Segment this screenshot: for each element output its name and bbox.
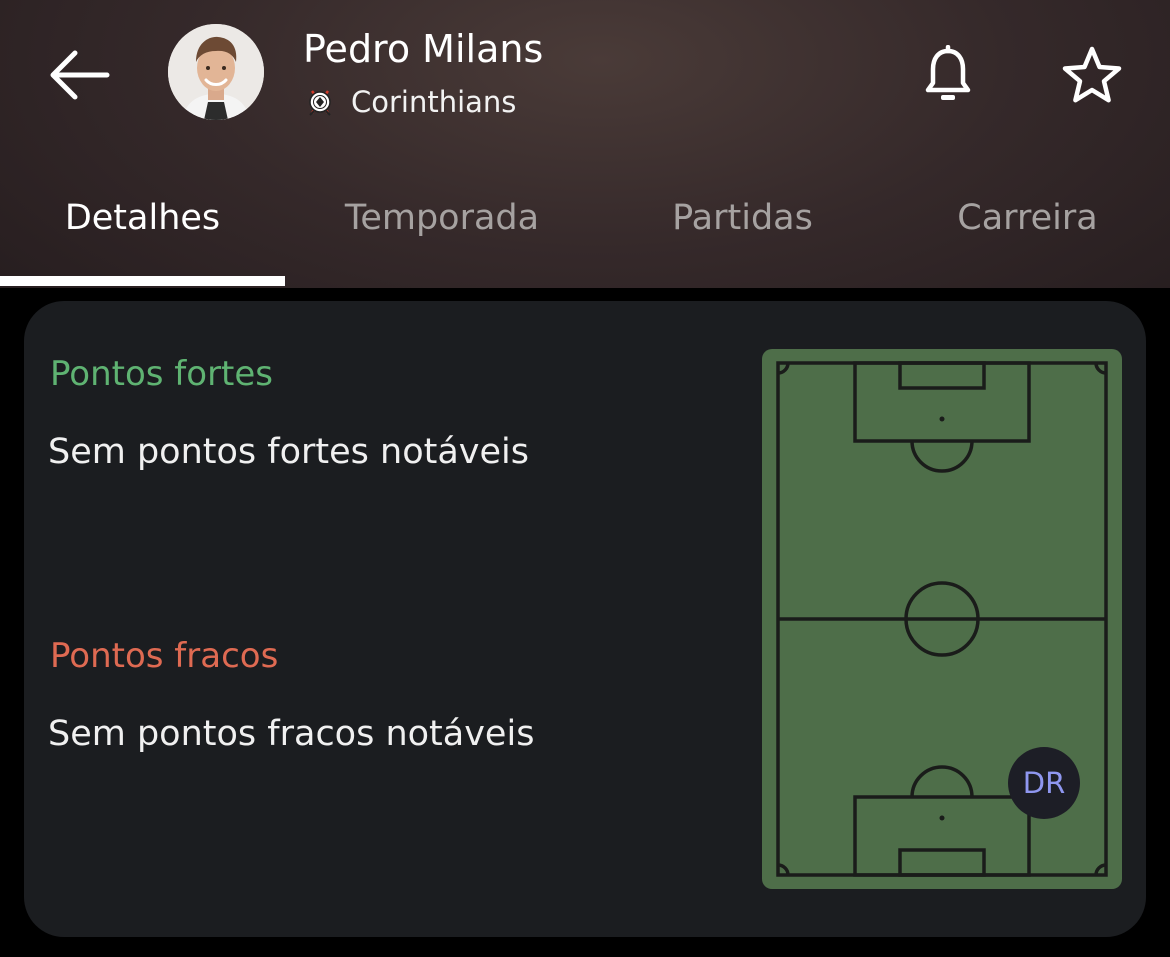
tab-bar: Detalhes Temporada Partidas Carreira (0, 170, 1170, 288)
tab-temporada[interactable]: Temporada (292, 170, 592, 266)
player-name: Pedro Milans (303, 27, 544, 71)
active-tab-indicator (0, 276, 285, 286)
tab-partidas[interactable]: Partidas (600, 170, 885, 266)
tab-detalhes[interactable]: Detalhes (0, 170, 285, 266)
strengths-text: Sem pontos fortes notáveis (48, 432, 529, 472)
position-badge: DR (1008, 747, 1080, 819)
player-avatar (168, 24, 264, 120)
strengths-title: Pontos fortes (50, 354, 274, 394)
player-photo (168, 24, 264, 120)
weaknesses-text: Sem pontos fracos notáveis (48, 714, 535, 754)
corinthians-crest-icon (303, 85, 337, 119)
player-header: Pedro Milans Corinthians Detalhes Tempor… (0, 0, 1170, 288)
bell-icon (925, 45, 971, 100)
star-outline-icon (1062, 46, 1122, 103)
back-button[interactable] (40, 40, 116, 110)
tab-carreira[interactable]: Carreira (885, 170, 1170, 266)
favorite-button[interactable] (1056, 40, 1128, 110)
weaknesses-title: Pontos fracos (50, 636, 279, 676)
team-name: Corinthians (351, 85, 517, 119)
notifications-button[interactable] (916, 40, 980, 110)
team-link[interactable]: Corinthians (303, 82, 516, 122)
arrow-left-icon (50, 50, 110, 100)
player-traits-card: Pontos fortes Sem pontos fortes notáveis… (24, 301, 1146, 937)
